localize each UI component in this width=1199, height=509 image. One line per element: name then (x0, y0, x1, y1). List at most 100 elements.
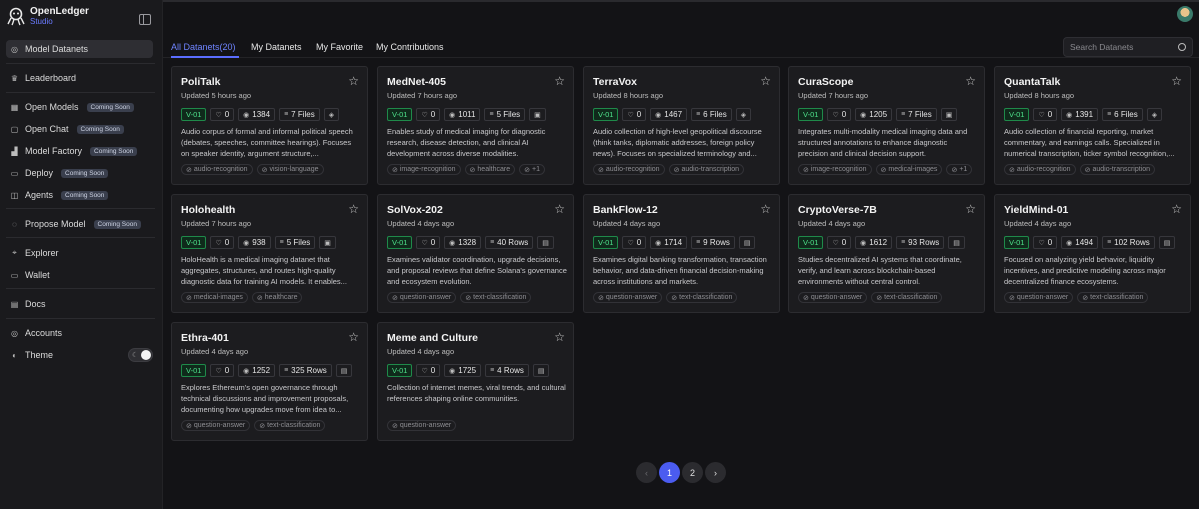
eye-icon: ◉ (655, 111, 662, 119)
views-chip: ◉ 1391 (1061, 108, 1099, 121)
datanet-card[interactable]: Meme and Culture Updated 4 days ago ☆ V-… (377, 322, 574, 441)
favorite-star-icon[interactable]: ☆ (554, 202, 565, 216)
accounts-icon: ◎ (11, 328, 18, 338)
sidebar-item-deploy[interactable]: ▭ Deploy Coming Soon (6, 164, 153, 182)
favorite-star-icon[interactable]: ☆ (348, 202, 359, 216)
card-description: Enables study of medical imaging for dia… (387, 127, 546, 158)
tab-my-datanets[interactable]: My Datanets (251, 42, 302, 52)
version-badge: V-01 (1004, 236, 1030, 249)
views-chip: ◉ 1205 (855, 108, 893, 121)
sidebar-item-wallet[interactable]: ▭ Wallet (6, 266, 153, 284)
tag-icon: ⊘ (876, 294, 883, 302)
pagination-prev-button[interactable]: ‹ (636, 462, 657, 483)
card-description: Examines digital banking transformation,… (593, 255, 767, 286)
card-updated: Updated 7 hours ago (181, 219, 252, 228)
eye-icon: ◉ (449, 239, 456, 247)
sidebar-item-explorer[interactable]: ⌖ Explorer (6, 244, 153, 262)
card-updated: Updated 4 days ago (593, 219, 661, 228)
sidebar-item-open-chat[interactable]: ▢ Open Chat Coming Soon (6, 120, 153, 138)
search-input[interactable]: Search Datanets (1063, 37, 1193, 57)
favorite-star-icon[interactable]: ☆ (1171, 202, 1182, 216)
eye-icon: ◉ (243, 111, 250, 119)
tag-icon: ⊘ (671, 294, 678, 302)
tabs-divider (163, 57, 1199, 58)
theme-toggle[interactable]: ☾ (128, 348, 153, 362)
tab-my-favorite[interactable]: My Favorite (316, 42, 363, 52)
eye-icon: ◉ (860, 111, 867, 119)
card-updated: Updated 7 hours ago (798, 91, 869, 100)
sidebar-item-open-models[interactable]: ▦ Open Models Coming Soon (6, 98, 153, 116)
version-badge: V-01 (181, 364, 207, 377)
views-chip: ◉ 1328 (444, 236, 482, 249)
version-badge: V-01 (387, 364, 413, 377)
favorite-star-icon[interactable]: ☆ (554, 330, 565, 344)
brand[interactable]: OpenLedger Studio (6, 6, 89, 26)
sidebar-item-docs[interactable]: ▤ Docs (6, 295, 153, 313)
datanet-card[interactable]: CuraScope Updated 7 hours ago ☆ V-01 ♡ 0 … (788, 66, 985, 185)
list-icon: ≡ (490, 239, 495, 246)
sidebar-item-accounts[interactable]: ◎ Accounts (6, 324, 153, 342)
likes-chip: ♡ 0 (416, 108, 441, 121)
card-tags: ⊘ question-answer ⊘ text-classification (798, 292, 943, 303)
doc-icon: ▤ (532, 364, 550, 377)
card-title: Holohealth (181, 204, 236, 216)
datanet-card[interactable]: BankFlow-12 Updated 4 days ago ☆ V-01 ♡ 0… (583, 194, 780, 313)
pagination-page-2[interactable]: 2 (682, 462, 703, 483)
eye-icon: ◉ (243, 239, 250, 247)
sidebar-item-agents[interactable]: ◫ Agents Coming Soon (6, 186, 153, 204)
like-icon: ♡ (832, 239, 839, 247)
datanet-card[interactable]: CryptoVerse-7B Updated 4 days ago ☆ V-01… (788, 194, 985, 313)
sidebar-collapse-icon[interactable] (139, 14, 151, 25)
sidebar-item-propose-model[interactable]: ◌ Propose Model Coming Soon (6, 215, 153, 233)
favorite-star-icon[interactable]: ☆ (760, 74, 771, 88)
tag-icon: ⊘ (1082, 294, 1089, 302)
tag-icon: ⊘ (951, 166, 958, 174)
pagination-next-button[interactable]: › (705, 462, 726, 483)
datanet-card[interactable]: MedNet-405 Updated 7 hours ago ☆ V-01 ♡ 0… (377, 66, 574, 185)
favorite-star-icon[interactable]: ☆ (348, 74, 359, 88)
robot-icon: ◫ (10, 190, 19, 200)
views-chip: ◉ 1011 (444, 108, 481, 121)
tag: ⊘ audio-recognition (593, 164, 665, 175)
favorite-star-icon[interactable]: ☆ (965, 202, 976, 216)
like-icon: ♡ (1038, 111, 1045, 119)
card-stats: V-01 ♡ 0 ◉ 1714 ≡ 9 Rows ▤ (593, 236, 756, 249)
tab-my-contributions[interactable]: My Contributions (376, 42, 444, 52)
moon-icon: ☾ (132, 352, 139, 359)
list-icon: ≡ (696, 239, 701, 246)
favorite-star-icon[interactable]: ☆ (965, 74, 976, 88)
datanet-card[interactable]: Ethra-401 Updated 4 days ago ☆ V-01 ♡ 0 ◉… (171, 322, 368, 441)
list-icon: ≡ (1107, 111, 1112, 118)
favorite-star-icon[interactable]: ☆ (554, 74, 565, 88)
search-icon[interactable] (1178, 43, 1186, 51)
sidebar-item-model-datanets[interactable]: ◎ Model Datanets (6, 40, 153, 58)
sidebar-item-leaderboard[interactable]: ♛ Leaderboard (6, 69, 153, 87)
tab-all-datanets[interactable]: All Datanets(20) (171, 42, 236, 52)
sidebar-item-label: Explorer (25, 248, 59, 258)
card-stats: V-01 ♡ 0 ◉ 1384 ≡ 7 Files ◈ (181, 108, 340, 121)
list-icon: ≡ (284, 111, 289, 118)
tag: ⊘ image-recognition (387, 164, 461, 175)
datanet-card[interactable]: PoliTalk Updated 5 hours ago ☆ V-01 ♡ 0 ◉… (171, 66, 368, 185)
favorite-star-icon[interactable]: ☆ (348, 330, 359, 344)
eye-icon: ◉ (1066, 239, 1073, 247)
pagination-page-1[interactable]: 1 (659, 462, 680, 483)
datanet-card[interactable]: YieldMind-01 Updated 4 days ago ☆ V-01 ♡… (994, 194, 1191, 313)
card-title: PoliTalk (181, 76, 221, 88)
sidebar-item-model-factory[interactable]: ▟ Model Factory Coming Soon (6, 142, 153, 160)
sidebar-item-label: Accounts (25, 328, 63, 338)
tag: ⊘ vision-language (256, 164, 324, 175)
datanet-card[interactable]: QuantaTalk Updated 8 hours ago ☆ V-01 ♡ 0… (994, 66, 1191, 185)
datanet-card[interactable]: SolVox-202 Updated 4 days ago ☆ V-01 ♡ 0 … (377, 194, 574, 313)
doc-icon: ▤ (537, 236, 554, 249)
sidebar-item-label: Leaderboard (25, 73, 77, 83)
avatar[interactable] (1177, 6, 1193, 22)
tag-icon: ⊘ (186, 166, 192, 174)
datanet-card[interactable]: Holohealth Updated 7 hours ago ☆ V-01 ♡ 0… (171, 194, 368, 313)
tag: ⊘ text-classification (460, 292, 532, 303)
datanet-card[interactable]: TerraVox Updated 8 hours ago ☆ V-01 ♡ 0 ◉… (583, 66, 780, 185)
audio-icon: ◈ (1146, 108, 1163, 121)
favorite-star-icon[interactable]: ☆ (760, 202, 771, 216)
favorite-star-icon[interactable]: ☆ (1171, 74, 1182, 88)
count-chip: ≡ 9 Rows (691, 236, 735, 249)
